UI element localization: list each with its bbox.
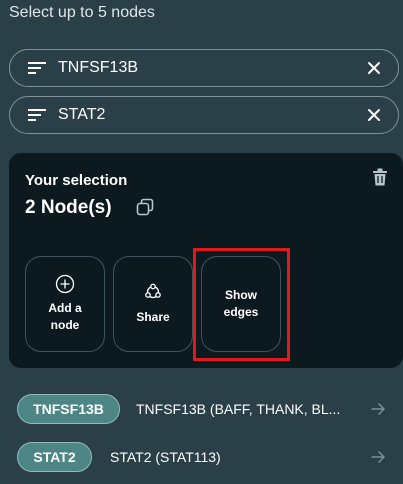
- selection-title: Your selection: [25, 172, 128, 189]
- filter-lines-icon: [28, 107, 48, 123]
- chip-label: TNFSF13B: [58, 59, 139, 76]
- node-row-tnfsf13b[interactable]: TNFSF13B TNFSF13B (BAFF, THANK, BL...: [17, 394, 387, 424]
- node-row-stat2[interactable]: STAT2 STAT2 (STAT113): [17, 442, 387, 472]
- close-icon[interactable]: [364, 105, 384, 125]
- filter-lines-icon: [28, 60, 48, 76]
- selected-node-chip-tnfsf13b[interactable]: TNFSF13B: [9, 49, 399, 87]
- arrow-right-icon[interactable]: [369, 448, 387, 466]
- node-pill[interactable]: STAT2: [17, 442, 92, 472]
- node-description: STAT2 (STAT113): [110, 449, 221, 465]
- share-nodes-icon: [145, 283, 161, 298]
- selection-count: 2 Node(s): [25, 197, 112, 218]
- share-button[interactable]: Share: [113, 256, 193, 352]
- copy-icon[interactable]: [136, 198, 154, 216]
- selected-node-chip-stat2[interactable]: STAT2: [9, 96, 399, 134]
- share-label: Share: [136, 309, 170, 324]
- chip-label: STAT2: [58, 106, 106, 123]
- arrow-right-icon[interactable]: [369, 400, 387, 418]
- trash-icon[interactable]: [372, 168, 388, 186]
- add-node-button[interactable]: Add a node: [25, 256, 105, 352]
- add-node-label-line1: Add a: [48, 301, 82, 315]
- node-pill[interactable]: TNFSF13B: [17, 394, 120, 424]
- node-description: TNFSF13B (BAFF, THANK, BL...: [136, 401, 341, 417]
- page-heading: Select up to 5 nodes: [9, 4, 155, 21]
- highlight-box: [193, 248, 290, 361]
- close-icon[interactable]: [364, 58, 384, 78]
- add-node-label-line2: node: [50, 318, 80, 332]
- plus-circle-icon: [55, 274, 75, 294]
